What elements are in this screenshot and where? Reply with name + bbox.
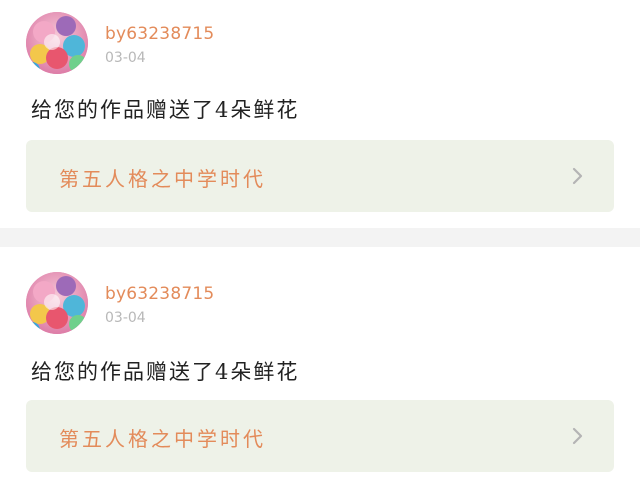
work-link-card[interactable]: 第五人格之中学时代 <box>26 140 614 212</box>
notification-feed: by63238715 03-04 给您的作品赠送了4朵鲜花 第五人格之中学时代 <box>0 0 640 480</box>
username[interactable]: by63238715 <box>105 24 214 44</box>
post-date: 03-04 <box>105 310 146 326</box>
balloon-avatar-icon <box>26 12 88 74</box>
work-link-card[interactable]: 第五人格之中学时代 <box>26 400 614 472</box>
balloon-avatar-icon <box>26 272 88 334</box>
notification-item: by63238715 03-04 给您的作品赠送了4朵鲜花 第五人格之中学时代 <box>0 0 640 228</box>
notification-message: 给您的作品赠送了4朵鲜花 <box>31 360 300 384</box>
notification-message: 给您的作品赠送了4朵鲜花 <box>31 98 300 122</box>
chevron-right-icon <box>572 167 583 185</box>
user-avatar[interactable] <box>26 12 88 74</box>
post-date: 03-04 <box>105 50 146 66</box>
work-title: 第五人格之中学时代 <box>59 167 266 191</box>
chevron-right-icon <box>572 427 583 445</box>
username[interactable]: by63238715 <box>105 284 214 304</box>
user-avatar[interactable] <box>26 272 88 334</box>
work-title: 第五人格之中学时代 <box>59 427 266 451</box>
item-divider <box>0 228 640 247</box>
